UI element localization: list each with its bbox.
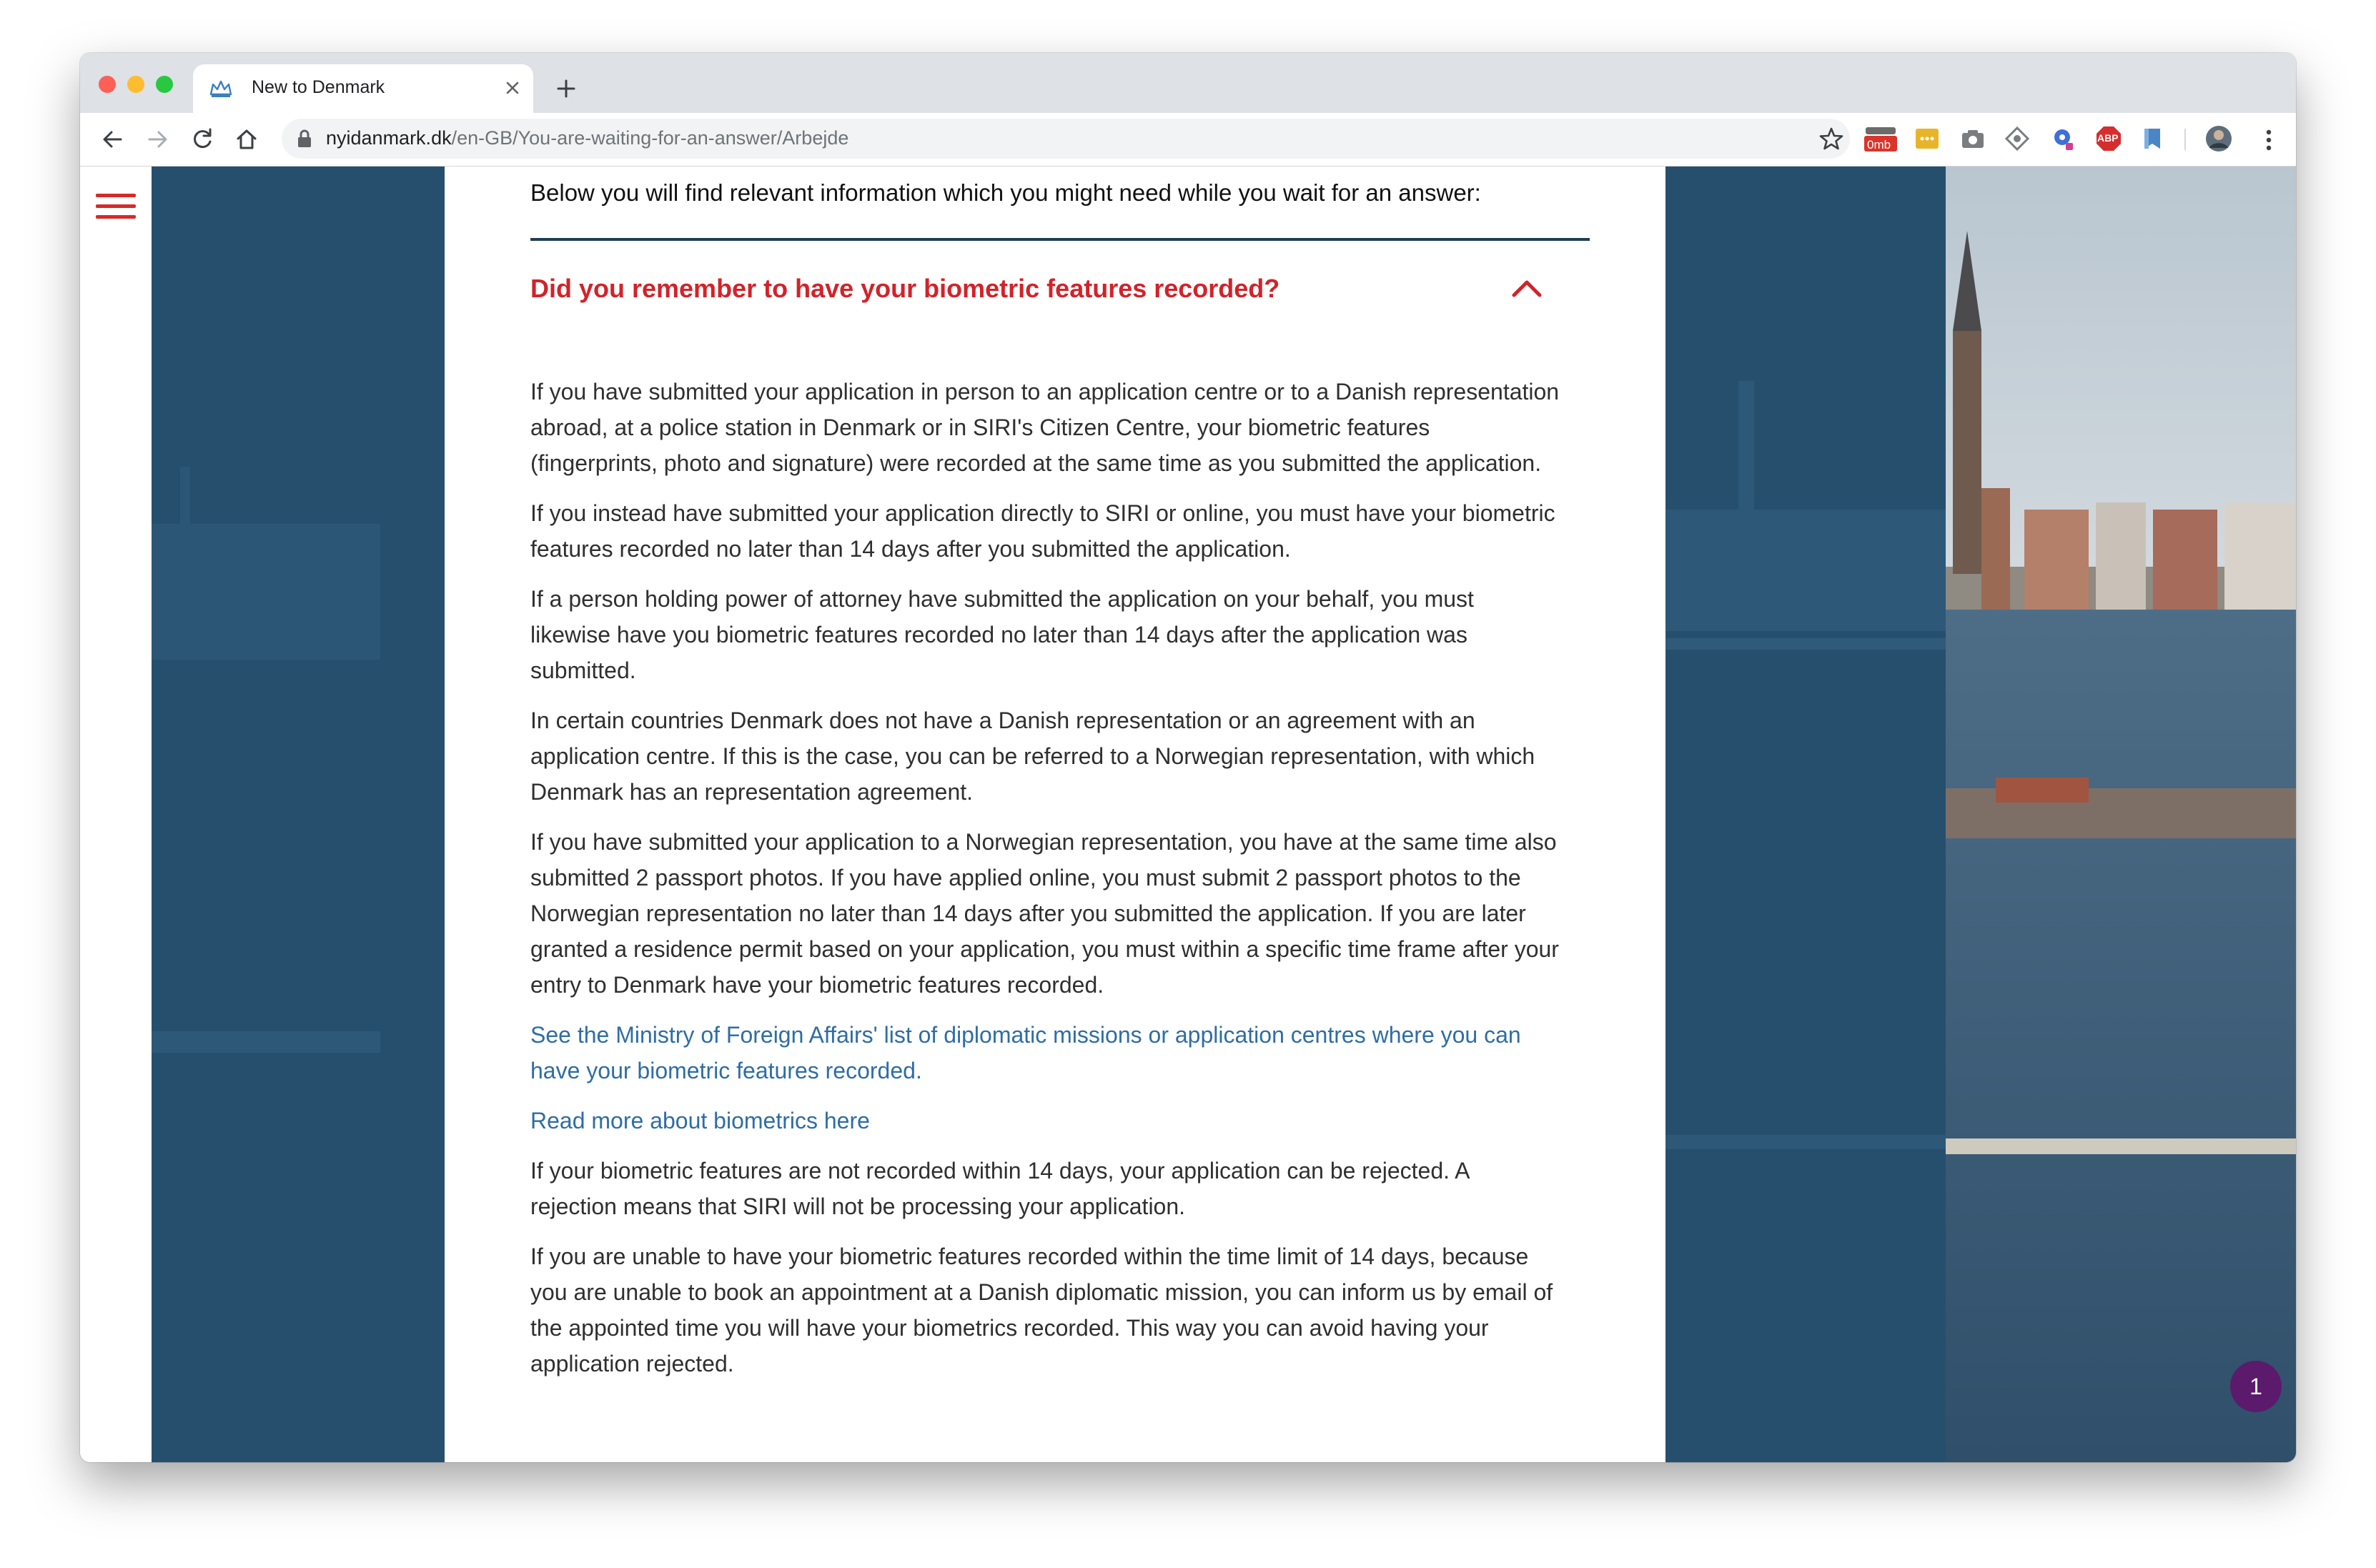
back-arrow-icon[interactable]: [99, 126, 126, 153]
accordion-title: Did you remember to have your biometric …: [530, 274, 1280, 303]
crown-icon: [209, 80, 232, 97]
paragraph-unable-to-book: If you are unable to have your biometric…: [530, 1244, 1553, 1376]
background-harbour-image: Below you will find relevant information…: [152, 167, 2296, 1462]
content-card: Below you will find relevant information…: [445, 167, 1665, 1462]
intro-divider: [530, 238, 1590, 241]
adblock-label: ABP: [2097, 132, 2119, 144]
reload-icon[interactable]: [189, 126, 216, 153]
intro-text: Below you will find relevant information…: [530, 179, 1481, 206]
forward-arrow-icon[interactable]: [144, 126, 172, 153]
side-menu-rail: [80, 167, 152, 1462]
memory-extension-icon[interactable]: 0mb: [1863, 124, 1900, 153]
hamburger-menu-icon[interactable]: [96, 194, 136, 222]
address-bar[interactable]: nyidanmark.dk/en-GB/You-are-waiting-for-…: [282, 119, 1850, 159]
more-menu-icon[interactable]: [2262, 126, 2276, 154]
target-extension-icon[interactable]: [2003, 124, 2031, 153]
bookmark-star-icon[interactable]: [1818, 126, 1844, 152]
toolbar-divider: [2184, 129, 2186, 150]
memory-extension-badge: 0mb: [1867, 138, 1891, 152]
chevron-up-icon[interactable]: [1510, 275, 1544, 299]
rocket-extension-icon[interactable]: [2049, 124, 2077, 153]
url-text: nyidanmark.dk/en-GB/You-are-waiting-for-…: [326, 127, 848, 149]
browser-toolbar: nyidanmark.dk/en-GB/You-are-waiting-for-…: [80, 113, 2296, 167]
diplomatic-missions-link[interactable]: See the Ministry of Foreign Affairs' lis…: [530, 1022, 1521, 1083]
notification-badge[interactable]: 1: [2230, 1361, 2282, 1412]
lock-icon: [298, 129, 311, 147]
adblock-extension-icon[interactable]: ABP: [2094, 124, 2123, 153]
paragraph-in-person: If you have submitted your application i…: [530, 379, 1560, 476]
paragraph-norwegian-referral: In certain countries Denmark does not ha…: [530, 708, 1535, 805]
paragraph-online: If you instead have submitted your appli…: [530, 500, 1555, 562]
notes-extension-icon[interactable]: [1913, 124, 1941, 153]
web-page: Below you will find relevant information…: [80, 167, 2296, 1462]
profile-avatar-icon[interactable]: [2204, 124, 2233, 153]
new-tab-icon[interactable]: [552, 74, 580, 103]
paragraph-power-of-attorney: If a person holding power of attorney ha…: [530, 586, 1474, 683]
read-more-biometrics-link[interactable]: Read more about biometrics here: [530, 1108, 870, 1133]
paragraph-norwegian-submission: If you have submitted your application t…: [530, 829, 1559, 998]
close-tab-icon[interactable]: [500, 76, 525, 100]
accordion-content: If you have submitted your application i…: [530, 374, 1560, 1396]
bookmark-extension-icon[interactable]: [2139, 124, 2167, 153]
home-icon[interactable]: [233, 126, 260, 153]
paragraph-rejection: If your biometric features are not recor…: [530, 1158, 1469, 1219]
browser-tab[interactable]: New to Denmark: [193, 64, 533, 113]
tab-strip: New to Denmark: [80, 53, 2296, 113]
minimize-window-button[interactable]: [127, 76, 144, 93]
biometrics-accordion-header[interactable]: Did you remember to have your biometric …: [530, 267, 1588, 317]
camera-extension-icon[interactable]: [1959, 124, 1987, 153]
url-path: /en-GB/You-are-waiting-for-an-answer/Arb…: [451, 127, 849, 149]
maximize-window-button[interactable]: [156, 76, 173, 93]
url-host: nyidanmark.dk: [326, 127, 452, 149]
browser-window: New to Denmark nyidanmark.dk/en-GB/You-a…: [80, 53, 2296, 1462]
tab-title: New to Denmark: [252, 77, 385, 97]
close-window-button[interactable]: [99, 76, 116, 93]
